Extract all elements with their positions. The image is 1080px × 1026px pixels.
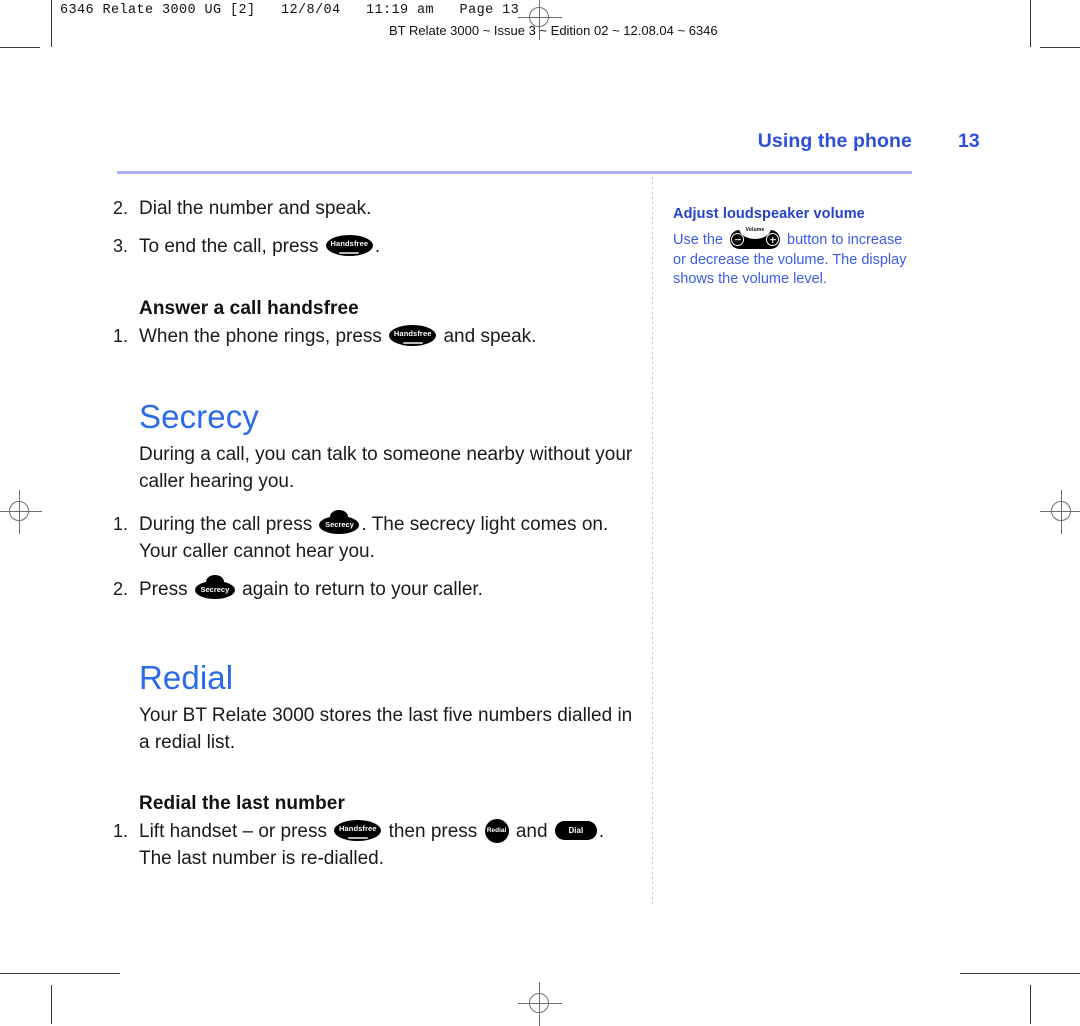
column-divider (652, 172, 653, 907)
step-number: 2. (113, 578, 129, 599)
step-number: 1. (113, 820, 129, 841)
step-text-before: Press (139, 578, 188, 600)
volume-rocker-key-icon: Volume (730, 226, 781, 250)
registration-vline (1061, 490, 1062, 534)
step-text-after: . (374, 235, 381, 257)
sidebar-heading: Adjust loudspeaker volume (673, 206, 865, 222)
step-text-before: During the call press (139, 513, 313, 535)
registration-hline (518, 17, 562, 18)
registration-hline (518, 1003, 562, 1004)
step-number: 1. (113, 325, 129, 346)
step-secrecy-press: 1. During the call press Secrecy. The se… (113, 509, 638, 566)
registration-mark-right-center (1040, 490, 1080, 534)
handsfree-key-icon: Handsfree (325, 235, 373, 257)
step-text: During the call press Secrecy. The secre… (139, 509, 638, 566)
step-text-before: To end the call, press (139, 235, 319, 257)
redial-key-icon: Redial (484, 818, 509, 843)
step-text-b: then press (388, 820, 478, 842)
sidebar-note: Adjust loudspeaker volume Use the Volume… (673, 206, 913, 290)
volume-down-icon (731, 233, 745, 246)
secrecy-intro-paragraph: During a call, you can talk to someone n… (139, 443, 633, 492)
step-answer-handsfree: 1. When the phone rings, press Handsfree… (113, 324, 638, 351)
crop-mark-bottom-left-h (0, 973, 120, 974)
registration-mark-left-center (0, 490, 42, 534)
step-text-after: again to return to your caller. (242, 578, 483, 600)
redial-intro-paragraph: Your BT Relate 3000 stores the last five… (139, 704, 633, 753)
step-text: Lift handset – or press Handsfree then p… (139, 818, 638, 873)
main-content-column: 2. Dial the number and speak. 3. To end … (113, 196, 638, 884)
step-redial-last-number: 1. Lift handset – or press Handsfree the… (113, 818, 638, 873)
step-text-a: Lift handset – or press (139, 820, 327, 842)
step-number: 2. (113, 198, 129, 218)
handsfree-lamp-icon (347, 837, 368, 840)
secrecy-key-icon: Secrecy (194, 574, 235, 599)
crop-mark-top-right-h (1040, 47, 1080, 48)
handsfree-key-label: Handsfree (338, 824, 377, 834)
secrecy-lamp-icon (205, 574, 224, 582)
crop-mark-bottom-left-v (51, 985, 52, 1024)
step-text: Dial the number and speak. (139, 198, 372, 219)
crop-mark-top-left-h (0, 47, 40, 48)
step-number: 3. (113, 235, 129, 256)
handsfree-key-icon: Handsfree (334, 820, 382, 842)
step-text: Press Secrecy again to return to your ca… (139, 574, 638, 604)
step-text: To end the call, press Handsfree. (139, 234, 638, 261)
step-number: 1. (113, 513, 129, 534)
handsfree-lamp-icon (402, 342, 423, 345)
secrecy-key-label: Secrecy (200, 584, 230, 594)
step-text-after: and speak. (443, 325, 537, 347)
secrecy-key-icon: Secrecy (319, 509, 360, 534)
handsfree-key-label: Handsfree (330, 239, 369, 249)
printer-slug-filename: 6346 Relate 3000 UG [2] 12/8/04 11:19 am… (60, 3, 520, 18)
registration-vline (19, 490, 20, 534)
step-text-c: and (515, 820, 548, 842)
secrecy-lamp-icon (330, 509, 349, 517)
step-text: When the phone rings, press Handsfree an… (139, 324, 638, 351)
volume-up-icon (766, 233, 780, 246)
crop-mark-bottom-right-v (1030, 985, 1031, 1024)
printer-slug-edition: BT Relate 3000 ~ Issue 3 ~ Edition 02 ~ … (389, 23, 718, 38)
step-end-call: 3. To end the call, press Handsfree. (113, 234, 638, 261)
step-secrecy-return: 2. Press Secrecy again to return to your… (113, 574, 638, 604)
handsfree-lamp-icon (339, 252, 360, 255)
running-head: Using the phone (757, 130, 912, 152)
sidebar-text-before: Use the (673, 231, 723, 248)
handsfree-key-icon: Handsfree (389, 325, 437, 347)
dial-key-icon: Dial (554, 821, 597, 841)
registration-mark-bottom-center (518, 982, 562, 1026)
page-number: 13 (958, 130, 980, 152)
section-title-secrecy: Secrecy (139, 397, 259, 435)
registration-hline (0, 511, 42, 512)
step-text-before: When the phone rings, press (139, 325, 382, 347)
crop-mark-bottom-right-h (960, 973, 1080, 974)
subhead-redial-last-number: Redial the last number (139, 792, 345, 814)
registration-vline (539, 982, 540, 1026)
secrecy-key-label: Secrecy (325, 519, 354, 529)
sidebar-body: Use the Volume button to increase or dec… (673, 226, 913, 290)
header-rule (117, 171, 912, 174)
crop-mark-top-right-v (1030, 0, 1031, 47)
slug-divider-rule (51, 0, 52, 47)
section-title-redial: Redial (139, 658, 234, 696)
subhead-answer-handsfree: Answer a call handsfree (139, 297, 359, 319)
registration-hline (1040, 511, 1080, 512)
handsfree-key-label: Handsfree (393, 329, 432, 339)
step-dial-number: 2. Dial the number and speak. (113, 196, 638, 223)
